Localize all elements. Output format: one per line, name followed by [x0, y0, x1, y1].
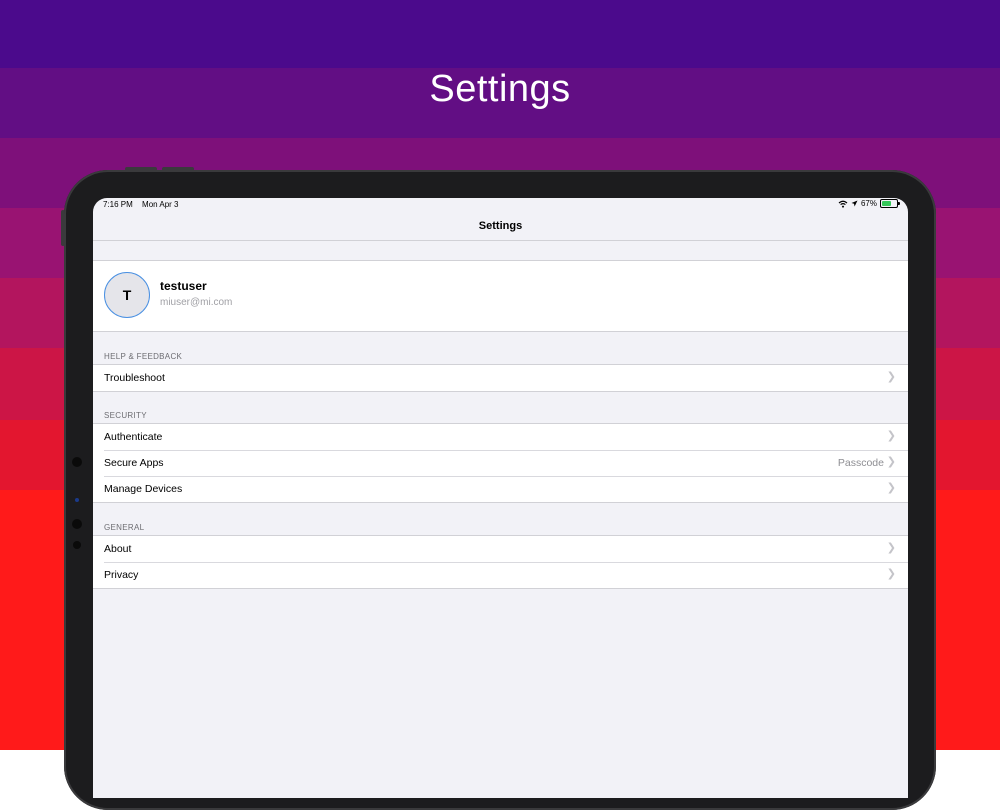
row-manage-devices[interactable]: Manage Devices ❯	[93, 476, 908, 502]
pencil-connector-dot	[73, 541, 81, 549]
status-bar: 7:16 PM Mon Apr 3 67%	[93, 198, 908, 212]
hero-title: Settings	[429, 68, 571, 110]
section-header-general: GENERAL	[104, 523, 145, 532]
nav-bar: Settings	[93, 212, 908, 241]
row-label: Secure Apps	[104, 457, 164, 469]
battery-fill	[882, 201, 892, 206]
row-label: Troubleshoot	[104, 372, 165, 384]
chevron-right-icon: ❯	[886, 568, 896, 580]
profile-row[interactable]: T testuser miuser@mi.com	[93, 260, 908, 332]
status-right: 67%	[838, 199, 900, 208]
background-band	[0, 0, 1000, 68]
camera-icon	[75, 498, 79, 502]
chevron-right-icon: ❯	[886, 430, 896, 442]
status-left: 7:16 PM Mon Apr 3	[103, 200, 186, 209]
group-help-feedback: Troubleshoot ❯	[93, 364, 908, 392]
battery-charging-icon	[880, 199, 900, 208]
row-about[interactable]: About ❯	[93, 536, 908, 562]
status-time: 7:16 PM	[103, 200, 133, 209]
group-general: About ❯ Privacy ❯	[93, 535, 908, 589]
row-troubleshoot[interactable]: Troubleshoot ❯	[93, 365, 908, 391]
row-label: About	[104, 543, 132, 555]
section-header-security: SECURITY	[104, 411, 147, 420]
battery-nub	[898, 202, 900, 205]
section-header-help-feedback: HELP & FEEDBACK	[104, 352, 183, 361]
app-screen: 7:16 PM Mon Apr 3 67% Settings T testuse…	[93, 198, 908, 798]
chevron-right-icon: ❯	[886, 542, 896, 554]
chevron-right-icon: ❯	[886, 371, 896, 383]
pencil-connector-dot	[72, 457, 82, 467]
nav-title: Settings	[478, 220, 523, 232]
row-label: Manage Devices	[104, 483, 183, 495]
row-detail-value: Passcode	[837, 457, 884, 469]
chevron-right-icon: ❯	[886, 456, 896, 468]
row-label: Authenticate	[104, 431, 163, 443]
row-authenticate[interactable]: Authenticate ❯	[93, 424, 908, 450]
status-date: Mon Apr 3	[142, 200, 179, 209]
pencil-connector-dot	[72, 519, 82, 529]
profile-username: testuser	[160, 279, 207, 293]
chevron-right-icon: ❯	[886, 482, 896, 494]
row-secure-apps[interactable]: Secure Apps Passcode ❯	[93, 450, 908, 476]
profile-email: miuser@mi.com	[160, 297, 233, 308]
row-label: Privacy	[104, 569, 139, 581]
row-privacy[interactable]: Privacy ❯	[93, 562, 908, 588]
avatar[interactable]: T	[104, 272, 150, 318]
wifi-icon	[838, 200, 848, 208]
battery-percent: 67%	[860, 199, 877, 208]
group-security: Authenticate ❯ Secure Apps Passcode ❯ Ma…	[93, 423, 908, 503]
location-arrow-icon	[851, 200, 858, 207]
